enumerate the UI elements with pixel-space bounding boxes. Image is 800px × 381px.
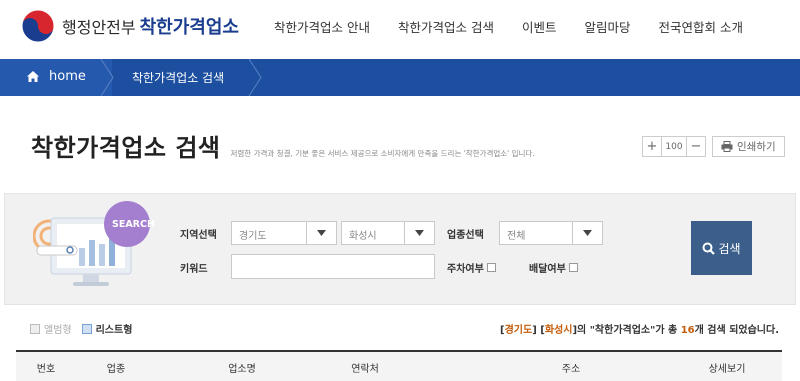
- result-text: "가 총: [650, 325, 681, 336]
- breadcrumb-home-label: home: [49, 69, 86, 84]
- view-list-button[interactable]: 리스트형: [81, 321, 133, 336]
- result-text: 개 검색 되었습니다.: [694, 325, 779, 336]
- page-description: 저렴한 가격과 청결, 기분 좋은 서비스 제공으로 소비자에게 만족을 드리는…: [230, 149, 535, 158]
- view-toggle: 앨범형 리스트형: [30, 321, 142, 336]
- zoom-in-button[interactable]: +: [642, 136, 662, 157]
- column-header-number: 번호: [36, 364, 56, 375]
- search-button-label: 검색: [718, 241, 741, 256]
- column-header-category: 업종: [106, 364, 126, 375]
- region-province-value: 경기도: [239, 231, 267, 242]
- region-city-value: 화성시: [349, 231, 377, 242]
- home-icon: [27, 71, 39, 82]
- breadcrumb-home[interactable]: home: [26, 69, 86, 84]
- nav-item-federation[interactable]: 전국연합회 소개: [659, 17, 743, 36]
- grid-icon: [30, 323, 40, 334]
- breadcrumb-current[interactable]: 착한가격업소 검색: [132, 69, 224, 86]
- parking-checkbox[interactable]: 주차여부: [447, 260, 496, 275]
- list-icon: [81, 323, 92, 334]
- delivery-checkbox[interactable]: 배달여부: [529, 260, 578, 275]
- parking-check-box[interactable]: [486, 263, 496, 272]
- column-header-name: 업소명: [228, 364, 256, 375]
- result-summary: [경기도] [화성시]의 "착한가격업소"가 총 16개 검색 되었습니다.: [500, 321, 779, 336]
- site-logo[interactable]: 행정안전부 착한가격업소: [20, 8, 239, 44]
- nav-item-search[interactable]: 착한가격업소 검색: [398, 17, 494, 36]
- printer-icon: [721, 141, 733, 152]
- view-album-button[interactable]: 앨범형: [30, 321, 72, 336]
- region-label: 지역선택: [180, 230, 217, 241]
- logo-brand: 착한가격업소: [139, 17, 239, 38]
- main-nav: 착한가격업소 안내 착한가격업소 검색 이벤트 알림마당 전국연합회 소개: [274, 17, 771, 36]
- print-button[interactable]: 인쇄하기: [712, 136, 785, 157]
- result-city: 화성시: [544, 325, 573, 336]
- region-city-select[interactable]: 화성시: [341, 221, 435, 245]
- zoom-level: 100: [661, 136, 687, 157]
- search-illustration-text: SEARCH: [112, 219, 155, 230]
- category-select[interactable]: 전체: [499, 221, 603, 245]
- taegeuk-emblem-icon: [21, 9, 55, 43]
- region-province-select[interactable]: 경기도: [231, 221, 337, 245]
- chevron-down-icon: [306, 222, 336, 244]
- zoom-out-button[interactable]: −: [686, 136, 706, 157]
- site-header: 행정안전부 착한가격업소 착한가격업소 안내 착한가격업소 검색 이벤트 알림마…: [0, 0, 800, 58]
- search-icon: [702, 242, 716, 255]
- result-count: 16: [680, 325, 695, 336]
- chevron-down-icon: [404, 222, 434, 244]
- result-province: 경기도: [504, 325, 533, 336]
- nav-item-about[interactable]: 착한가격업소 안내: [274, 17, 370, 36]
- nav-item-event[interactable]: 이벤트: [522, 17, 557, 36]
- category-label: 업종선택: [447, 230, 484, 241]
- breadcrumb-separator-icon: [248, 59, 262, 96]
- view-list-label: 리스트형: [95, 325, 133, 336]
- keyword-input[interactable]: [231, 254, 435, 279]
- column-header-phone: 연락처: [351, 364, 379, 375]
- delivery-label: 배달여부: [529, 264, 566, 275]
- page-title-row: 착한가격업소 검색 저렴한 가격과 청결, 기분 좋은 서비스 제공으로 소비자…: [31, 128, 535, 163]
- delivery-check-box[interactable]: [568, 263, 578, 272]
- breadcrumb-separator-icon: [100, 59, 114, 96]
- category-value: 전체: [507, 231, 526, 242]
- search-panel: SEARCH 지역선택 경기도 화성시 업종선택 전체 키워드 주차여부 배달여…: [4, 193, 796, 305]
- column-header-address: 주소: [561, 364, 581, 375]
- page-tools: + 100 − 인쇄하기: [642, 136, 785, 157]
- search-illustration-icon: [33, 201, 150, 286]
- breadcrumb: home 착한가격업소 검색: [0, 59, 800, 96]
- chevron-down-icon: [572, 222, 602, 244]
- view-album-label: 앨범형: [44, 325, 72, 336]
- result-keyword: 착한가격업소: [594, 325, 651, 336]
- results-table-header: 번호 업종 업소명 연락처 주소 상세보기: [16, 350, 782, 381]
- print-label: 인쇄하기: [737, 141, 776, 153]
- search-button[interactable]: 검색: [691, 221, 752, 275]
- result-text: ] [: [532, 325, 545, 336]
- column-header-detail: 상세보기: [708, 364, 746, 375]
- logo-ministry: 행정안전부: [62, 18, 136, 37]
- page-title: 착한가격업소 검색: [31, 134, 221, 162]
- keyword-label: 키워드: [180, 264, 208, 275]
- nav-item-notice[interactable]: 알림마당: [584, 17, 630, 36]
- result-text: ]의 ": [572, 325, 595, 336]
- parking-label: 주차여부: [447, 264, 484, 275]
